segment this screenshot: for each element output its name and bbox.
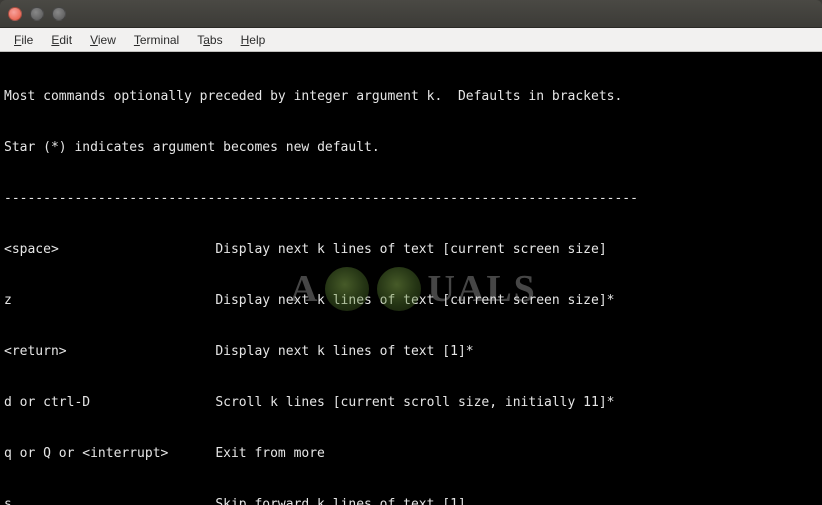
- menubar: File Edit View Terminal Tabs Help: [0, 28, 822, 52]
- menu-tabs[interactable]: Tabs: [189, 31, 230, 49]
- cmd-row: <space>Display next k lines of text [cur…: [4, 241, 818, 258]
- terminal-viewport[interactable]: Most commands optionally preceded by int…: [0, 52, 822, 505]
- cmd-row: q or Q or <interrupt>Exit from more: [4, 445, 818, 462]
- cmd-desc: Scroll k lines [current scroll size, ini…: [215, 394, 614, 411]
- titlebar[interactable]: [0, 0, 822, 28]
- cmd-desc: Display next k lines of text [current sc…: [215, 241, 606, 258]
- close-icon[interactable]: [8, 7, 22, 21]
- menu-help[interactable]: Help: [233, 31, 274, 49]
- cmd-key: <space>: [4, 241, 215, 258]
- intro-line-2: Star (*) indicates argument becomes new …: [4, 139, 818, 156]
- menu-file[interactable]: File: [6, 31, 41, 49]
- cmd-row: zDisplay next k lines of text [current s…: [4, 292, 818, 309]
- cmd-key: s: [4, 496, 215, 505]
- minimize-icon[interactable]: [30, 7, 44, 21]
- cmd-key: <return>: [4, 343, 215, 360]
- cmd-desc: Exit from more: [215, 445, 325, 462]
- cmd-row: <return>Display next k lines of text [1]…: [4, 343, 818, 360]
- cmd-key: d or ctrl-D: [4, 394, 215, 411]
- cmd-desc: Skip forward k lines of text [1]: [215, 496, 465, 505]
- cmd-row: d or ctrl-DScroll k lines [current scrol…: [4, 394, 818, 411]
- intro-line-1: Most commands optionally preceded by int…: [4, 88, 818, 105]
- window-controls: [8, 7, 66, 21]
- cmd-desc: Display next k lines of text [current sc…: [215, 292, 614, 309]
- cmd-row: sSkip forward k lines of text [1]: [4, 496, 818, 505]
- terminal-window: File Edit View Terminal Tabs Help Most c…: [0, 0, 822, 505]
- menu-terminal[interactable]: Terminal: [126, 31, 187, 49]
- separator-top: ----------------------------------------…: [4, 190, 818, 207]
- menu-view[interactable]: View: [82, 31, 124, 49]
- maximize-icon[interactable]: [52, 7, 66, 21]
- cmd-key: q or Q or <interrupt>: [4, 445, 215, 462]
- cmd-desc: Display next k lines of text [1]*: [215, 343, 473, 360]
- cmd-key: z: [4, 292, 215, 309]
- menu-edit[interactable]: Edit: [43, 31, 80, 49]
